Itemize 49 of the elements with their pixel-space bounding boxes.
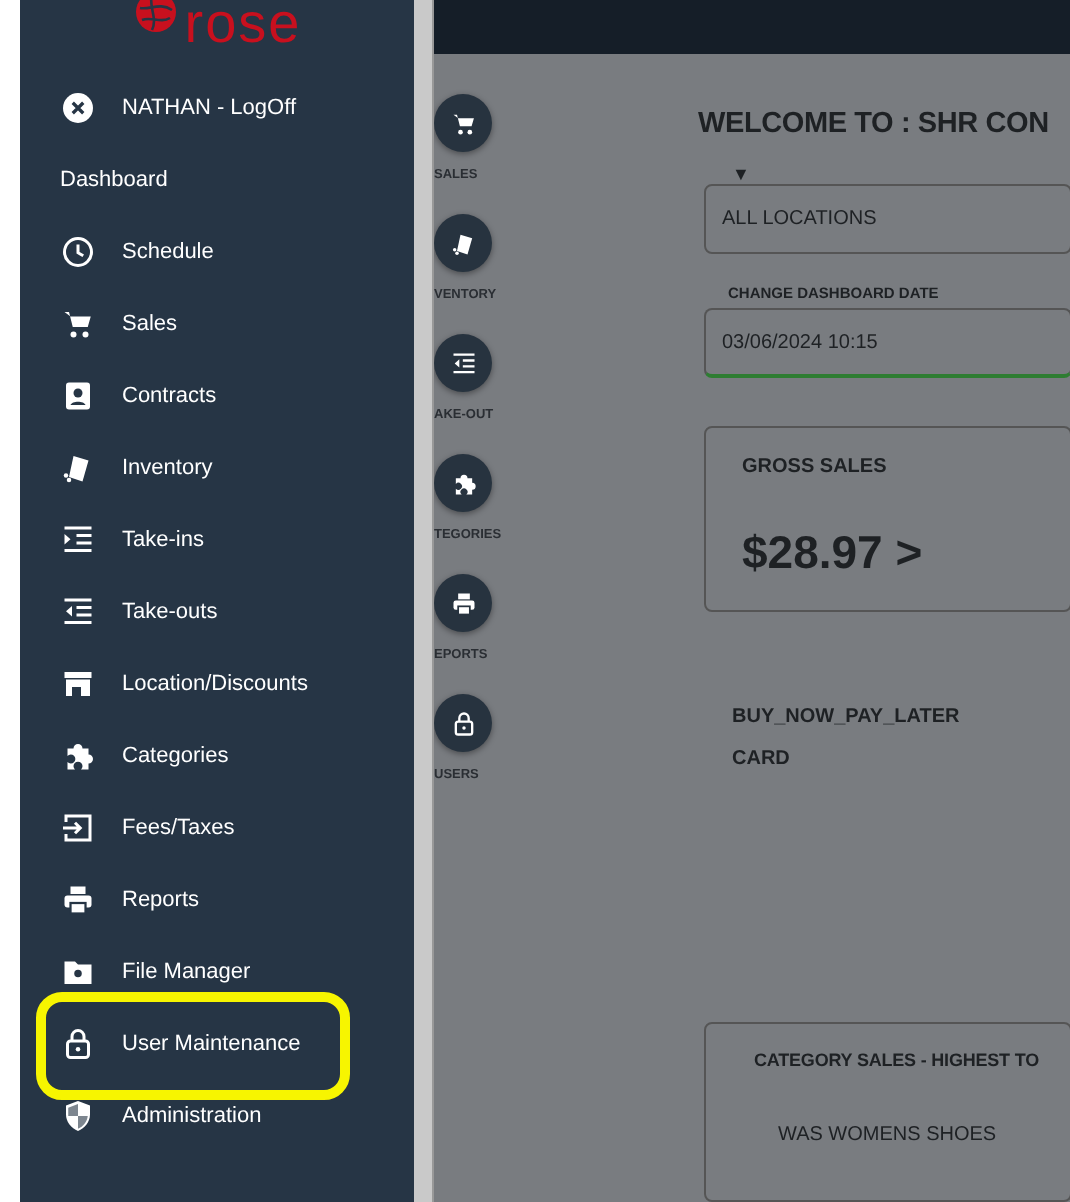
category-row-text: WAS WOMENS SHOES <box>778 1121 999 1149</box>
shield-icon <box>60 1098 96 1134</box>
cart-icon <box>60 306 96 342</box>
card-title: CATEGORY SALES - HIGHEST TO <box>754 1048 1041 1074</box>
sidebar-item[interactable]: Sales <box>20 288 414 360</box>
outdent-list-icon <box>60 594 96 630</box>
shortcut-button[interactable] <box>434 334 492 392</box>
sidebar-item[interactable]: File Manager <box>20 936 414 1008</box>
sidebar-item[interactable]: Categories <box>20 720 414 792</box>
payment-type: BUY_NOW_PAY_LATER <box>732 704 962 732</box>
sidebar-item[interactable]: Take-ins <box>20 504 414 576</box>
shortcut-button[interactable] <box>434 574 492 632</box>
close-circle-icon <box>60 90 96 126</box>
indent-list-icon <box>60 522 96 558</box>
sidebar-item[interactable]: User Maintenance <box>20 1008 414 1080</box>
printer-icon <box>60 882 96 918</box>
page-title: WELCOME TO : SHR CON <box>698 106 1051 144</box>
sidebar-item[interactable]: Schedule <box>20 216 414 288</box>
cart-icon <box>449 109 477 137</box>
printer-icon <box>449 589 477 617</box>
dropdown-caret[interactable]: ▼ <box>732 163 1070 184</box>
payment-type: CARD <box>732 746 792 774</box>
date-field[interactable]: 03/06/2024 10:15 <box>704 308 1070 378</box>
outdent-list-icon <box>449 349 477 377</box>
sidebar-item[interactable]: Fees/Taxes <box>20 792 414 864</box>
logo-text: rose <box>184 0 302 58</box>
sidebar-item[interactable]: Reports <box>20 864 414 936</box>
tags-icon <box>449 229 477 257</box>
sales-amount: $28.97 > <box>742 524 925 582</box>
shortcut-button[interactable] <box>434 94 492 152</box>
sidebar-item[interactable]: Location/Discounts <box>20 648 414 720</box>
location-select[interactable]: ALL LOCATIONS <box>704 183 1070 254</box>
clock-icon <box>60 234 96 270</box>
shortcut-button[interactable] <box>434 694 492 752</box>
storefront-icon <box>60 666 96 702</box>
sidebar-item[interactable]: Take-outs <box>20 576 414 648</box>
padlock-icon <box>60 1026 96 1062</box>
sidebar-item[interactable]: Contracts <box>20 360 414 432</box>
login-arrow-icon <box>60 810 96 846</box>
sidebar-item[interactable]: NATHAN - LogOff <box>20 72 414 144</box>
sidebar-heading: Dashboard <box>58 165 170 196</box>
id-badge-icon <box>60 378 96 414</box>
card-title: GROSS SALES <box>742 454 889 482</box>
shortcut-button[interactable] <box>434 454 492 512</box>
gross-sales-card[interactable]: GROSS SALES $28.97 > <box>704 426 1070 612</box>
sidebar-item[interactable]: Inventory <box>20 432 414 504</box>
sidebar-item[interactable]: Administration <box>20 1080 414 1152</box>
padlock-icon <box>449 709 477 737</box>
shortcut-button[interactable] <box>434 214 492 272</box>
